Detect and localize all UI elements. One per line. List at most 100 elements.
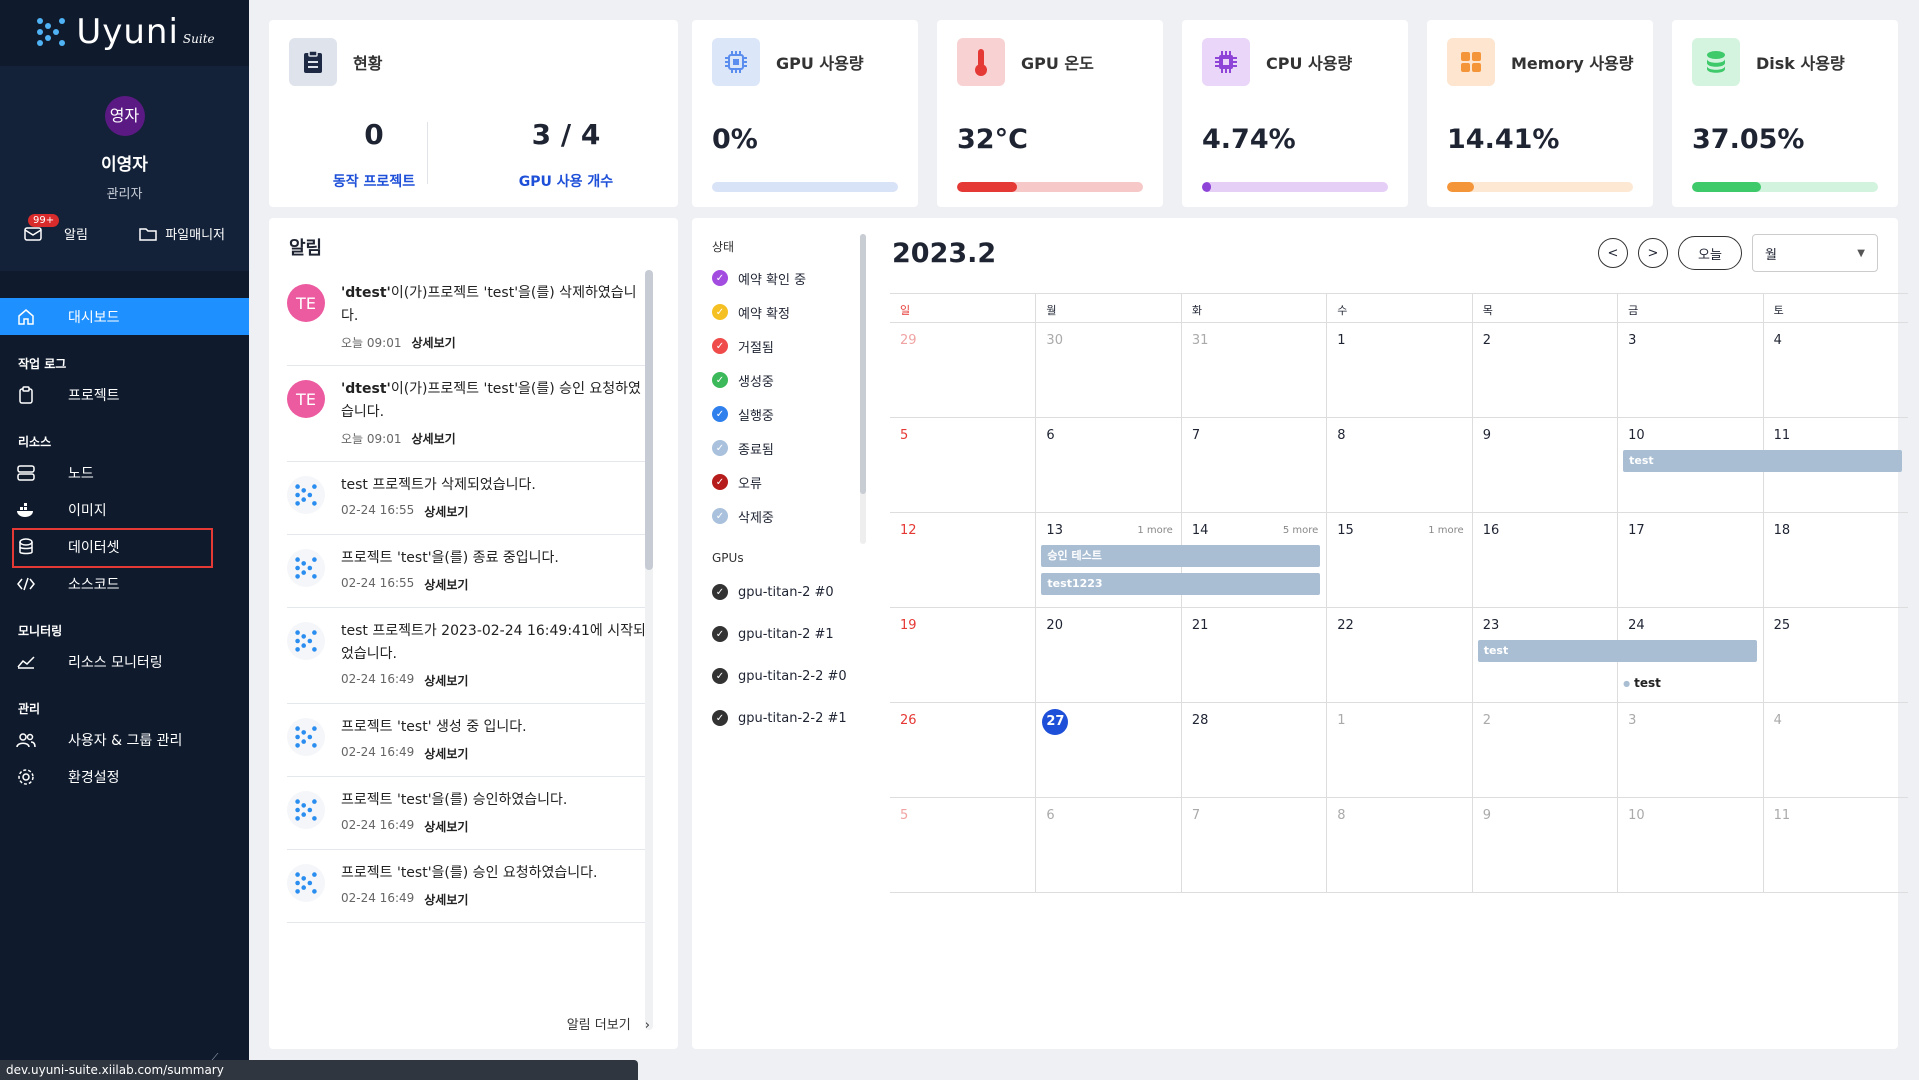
calendar-day[interactable]: 9: [1471, 798, 1617, 892]
calendar-event[interactable]: test1223: [1041, 573, 1321, 595]
alert-detail-link[interactable]: 상세보기: [424, 818, 468, 835]
calendar-day[interactable]: 8: [1326, 798, 1471, 892]
file-manager-link[interactable]: 파일매니저: [139, 224, 225, 243]
legend-status-item[interactable]: ✓ 삭제중: [712, 499, 862, 533]
legend-scroll-thumb[interactable]: [860, 234, 866, 494]
legend-status-label: 실행중: [738, 408, 774, 424]
legend-status-item[interactable]: ✓ 예약 확인 중: [712, 261, 862, 295]
metric-card-4: Disk 사용량 37.05%: [1672, 20, 1898, 207]
next-month-button[interactable]: >: [1638, 238, 1668, 268]
alerts-more-link[interactable]: 알림 더보기 ›: [567, 1014, 650, 1033]
legend-gpu-item[interactable]: ✓ gpu-titan-2-2 #1: [712, 697, 862, 739]
legend-status-item[interactable]: ✓ 오류: [712, 465, 862, 499]
view-select[interactable]: 월 ▼: [1752, 234, 1878, 272]
sidebar-item-image[interactable]: 이미지: [0, 491, 249, 528]
alert-item[interactable]: test 프로젝트가 삭제되었습니다. 02-24 16:55 상세보기: [287, 462, 647, 535]
calendar-day[interactable]: 7: [1180, 798, 1326, 892]
alerts-link[interactable]: 99+ 알림: [24, 214, 88, 243]
sidebar-item-dataset[interactable]: 데이터셋: [0, 528, 249, 568]
calendar-day[interactable]: 19: [890, 608, 1035, 702]
sidebar-item-source[interactable]: 소스코드: [0, 565, 249, 602]
alert-detail-link[interactable]: 상세보기: [424, 672, 468, 689]
calendar-day[interactable]: 21: [1180, 608, 1326, 702]
calendar-day[interactable]: 8: [1326, 418, 1471, 512]
calendar-day[interactable]: 26: [890, 703, 1035, 797]
calendar-day[interactable]: 25: [1762, 608, 1908, 702]
alert-item[interactable]: 프로젝트 'test'을(를) 승인하였습니다. 02-24 16:49 상세보기: [287, 777, 647, 850]
legend-status-item[interactable]: ✓ 거절됨: [712, 329, 862, 363]
calendar-day[interactable]: 6: [1035, 798, 1180, 892]
prev-month-button[interactable]: <: [1598, 238, 1628, 268]
calendar-day[interactable]: 3: [1617, 323, 1762, 417]
calendar-day[interactable]: 12: [890, 513, 1035, 607]
alert-detail-link[interactable]: 상세보기: [424, 891, 468, 908]
gpu-count-stat[interactable]: 3 / 4 GPU 사용 개수: [481, 118, 651, 191]
calendar-day[interactable]: 16: [1471, 513, 1617, 607]
sidebar-item-dashboard[interactable]: 대시보드: [0, 298, 249, 335]
sidebar-item-settings[interactable]: 환경설정: [0, 758, 249, 795]
calendar-day[interactable]: 11: [1762, 798, 1908, 892]
more-events-link[interactable]: 1 more: [1428, 525, 1463, 536]
calendar-day[interactable]: 3: [1617, 703, 1762, 797]
calendar-day[interactable]: 1: [1326, 703, 1471, 797]
alert-item[interactable]: 프로젝트 'test'을(를) 종료 중입니다. 02-24 16:55 상세보기: [287, 535, 647, 608]
legend-scrollbar[interactable]: [860, 234, 866, 544]
calendar-day[interactable]: 28: [1180, 703, 1326, 797]
alert-detail-link[interactable]: 상세보기: [424, 576, 468, 593]
calendar-day[interactable]: 27: [1035, 703, 1180, 797]
calendar-day[interactable]: 9: [1471, 418, 1617, 512]
running-projects-stat[interactable]: 0 동작 프로젝트: [289, 118, 459, 191]
legend-gpu-item[interactable]: ✓ gpu-titan-2 #0: [712, 571, 862, 613]
sidebar-item-resource-monitor[interactable]: 리소스 모니터링: [0, 643, 249, 680]
calendar-day[interactable]: 7: [1180, 418, 1326, 512]
alert-item[interactable]: TE 'dtest'이(가)프로젝트 'test'을(를) 삭제하였습니다. 오늘 …: [287, 270, 647, 366]
app-logo[interactable]: Uyuni Suite: [0, 0, 249, 64]
calendar-day[interactable]: 10: [1617, 798, 1762, 892]
calendar-event[interactable]: 승인 테스트: [1041, 545, 1321, 567]
calendar-day[interactable]: 1: [1326, 323, 1471, 417]
alerts-scrollbar[interactable]: [645, 270, 653, 1030]
avatar[interactable]: 영자: [104, 96, 145, 136]
calendar-day[interactable]: 4: [1762, 323, 1908, 417]
calendar-day[interactable]: 29: [890, 323, 1035, 417]
more-events-link[interactable]: 5 more: [1283, 525, 1318, 536]
alert-item[interactable]: 프로젝트 'test'을(를) 승인 요청하였습니다. 02-24 16:49 상세…: [287, 850, 647, 923]
legend-status-item[interactable]: ✓ 생성중: [712, 363, 862, 397]
legend-gpu-item[interactable]: ✓ gpu-titan-2-2 #0: [712, 655, 862, 697]
legend-status-item[interactable]: ✓ 예약 확정: [712, 295, 862, 329]
alert-item[interactable]: 프로젝트 'test' 생성 중 입니다. 02-24 16:49 상세보기: [287, 704, 647, 777]
sidebar-item-users-groups[interactable]: 사용자 & 그룹 관리: [0, 721, 249, 758]
alert-detail-link[interactable]: 상세보기: [411, 334, 455, 351]
sidebar-item-node[interactable]: 노드: [0, 454, 249, 491]
calendar-day[interactable]: 5: [890, 798, 1035, 892]
calendar-day[interactable]: 31: [1180, 323, 1326, 417]
calendar-day[interactable]: 5: [890, 418, 1035, 512]
weekday-label: 일: [900, 304, 911, 317]
calendar-event[interactable]: test: [1477, 640, 1757, 662]
calendar-day[interactable]: 18: [1762, 513, 1908, 607]
alert-detail-link[interactable]: 상세보기: [424, 745, 468, 762]
alert-item[interactable]: test 프로젝트가 2023-02-24 16:49:41에 시작되었습니다.…: [287, 608, 647, 704]
calendar-day[interactable]: 4: [1762, 703, 1908, 797]
legend-gpu-label: gpu-titan-2-2 #1: [738, 710, 847, 726]
calendar-day[interactable]: 2: [1471, 323, 1617, 417]
calendar-event-dot[interactable]: test: [1623, 676, 1661, 690]
legend-status-item[interactable]: ✓ 종료됨: [712, 431, 862, 465]
legend-gpu-item[interactable]: ✓ gpu-titan-2 #1: [712, 613, 862, 655]
calendar-day[interactable]: 17: [1617, 513, 1762, 607]
sidebar-item-project[interactable]: 프로젝트: [0, 376, 249, 413]
alerts-scroll-thumb[interactable]: [645, 270, 653, 570]
more-events-link[interactable]: 1 more: [1137, 525, 1172, 536]
alert-detail-link[interactable]: 상세보기: [424, 503, 468, 520]
calendar-event[interactable]: test: [1623, 450, 1902, 472]
calendar-day[interactable]: 2: [1471, 703, 1617, 797]
calendar-day[interactable]: 30: [1035, 323, 1180, 417]
calendar-day[interactable]: 22: [1326, 608, 1471, 702]
legend-status-item[interactable]: ✓ 실행중: [712, 397, 862, 431]
today-button[interactable]: 오늘: [1678, 236, 1742, 270]
calendar-day[interactable]: 6: [1035, 418, 1180, 512]
alert-item[interactable]: TE 'dtest'이(가)프로젝트 'test'을(를) 승인 요청하였습니다.…: [287, 366, 647, 462]
calendar-day[interactable]: 20: [1035, 608, 1180, 702]
alert-detail-link[interactable]: 상세보기: [411, 430, 455, 447]
calendar-day[interactable]: 15 1 more: [1326, 513, 1471, 607]
